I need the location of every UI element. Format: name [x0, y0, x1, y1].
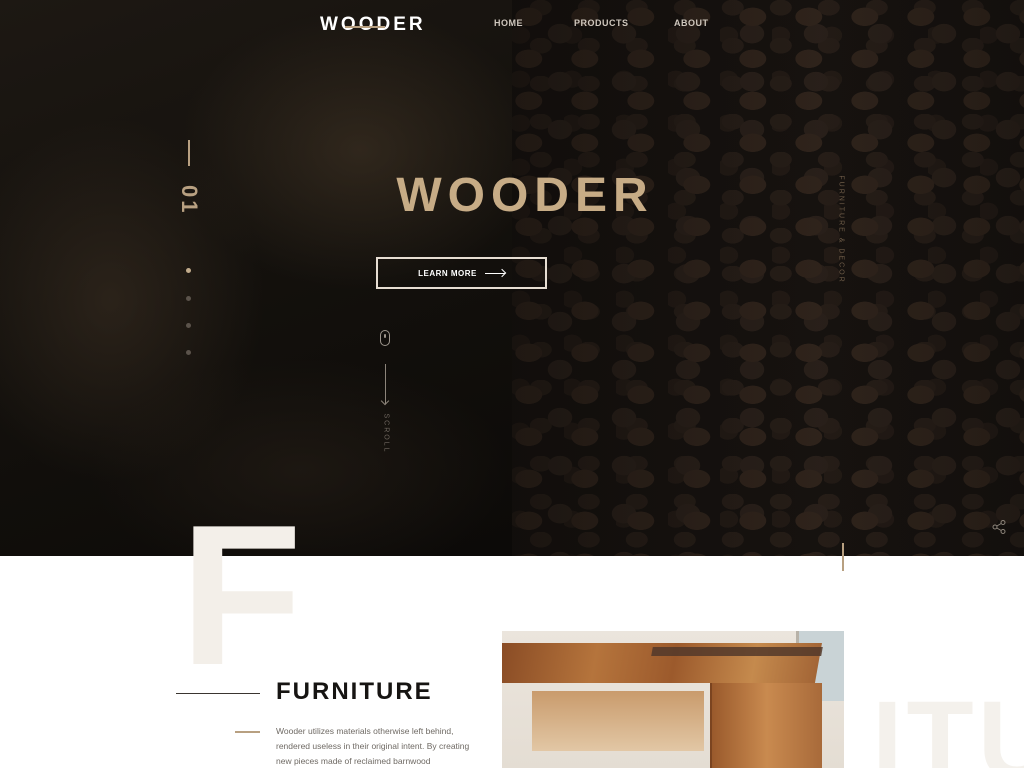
scroll-down-arrow-icon[interactable] — [385, 364, 386, 404]
slide-dot-2[interactable] — [186, 296, 191, 301]
section-description: Wooder utilizes materials otherwise left… — [276, 726, 470, 766]
slide-indicator-line — [188, 140, 190, 166]
mouse-icon — [380, 330, 390, 346]
nav-item-home[interactable]: HOME — [494, 18, 523, 28]
photo-table-leg — [710, 683, 822, 768]
section-accent-dash — [235, 731, 260, 733]
section-divider-mark — [842, 543, 844, 571]
hero-section: WOODER HOME PRODUCTS ABOUT 01 WOODER LEA… — [0, 0, 1024, 556]
logo-underline — [345, 26, 385, 28]
nav-item-products[interactable]: PRODUCTS — [574, 18, 629, 28]
photo-resin-stripe — [651, 647, 823, 656]
section-bg-text: ITU — [872, 679, 1024, 768]
scroll-label: SCROLL — [382, 413, 390, 454]
slide-dot-1[interactable] — [186, 268, 191, 273]
section-title: FURNITURE — [276, 678, 433, 705]
arrow-right-icon — [484, 272, 505, 274]
share-icon[interactable] — [992, 520, 1006, 534]
learn-more-label: LEARN MORE — [418, 268, 477, 278]
logo[interactable]: WOODER — [320, 14, 426, 36]
hero-firewood-image — [512, 0, 1024, 556]
slide-dot-4[interactable] — [186, 350, 191, 355]
section-bg-letter: F — [180, 484, 303, 707]
slide-number: 01 — [177, 185, 202, 216]
slide-dot-3[interactable] — [186, 323, 191, 328]
furniture-table-image[interactable] — [502, 631, 844, 768]
photo-table-opening — [532, 691, 704, 751]
learn-more-button[interactable]: LEARN MORE — [376, 257, 547, 289]
section-title-line — [176, 693, 260, 694]
nav-item-about[interactable]: ABOUT — [674, 18, 709, 28]
vertical-tagline: FURNITURE & DECOR — [837, 175, 845, 284]
hero-headline: WOODER — [396, 169, 654, 222]
